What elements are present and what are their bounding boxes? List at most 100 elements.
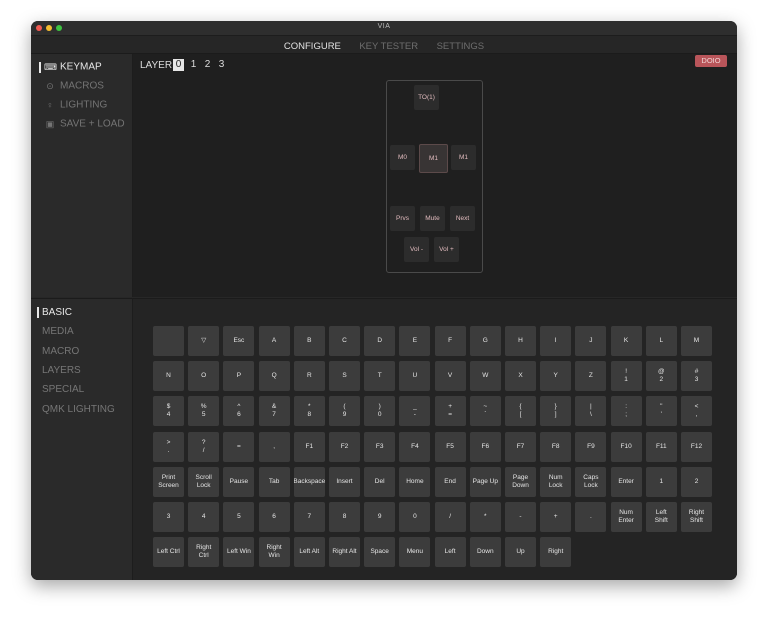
keycode-key[interactable]: F5 — [434, 431, 466, 462]
keycode-key[interactable]: + — [540, 502, 572, 532]
keycode-key[interactable]: | \ — [575, 396, 607, 427]
keycode-key[interactable]: :; — [610, 396, 642, 427]
device-key[interactable]: TO(1) — [414, 85, 439, 110]
keycode-key[interactable]: Down — [469, 537, 501, 568]
keycode-key[interactable]: = — [223, 431, 255, 462]
sidebar-item-save-load[interactable]: ▣ SAVE + LOAD — [39, 117, 125, 131]
keycode-key[interactable]: M — [681, 326, 712, 356]
sidebar-item-lighting[interactable]: ♀ LIGHTING — [39, 98, 108, 112]
keycode-key[interactable]: Right Shift — [681, 502, 712, 532]
keycode-key[interactable]: >. — [153, 431, 184, 462]
tab-configure[interactable]: CONFIGURE — [284, 41, 341, 52]
keycode-key[interactable]: F8 — [540, 431, 572, 462]
keycode-key[interactable]: U — [399, 361, 431, 392]
keycode-key[interactable]: Right Alt — [329, 537, 360, 568]
keycode-key[interactable]: F — [434, 326, 466, 356]
keycode-key[interactable]: F3 — [364, 431, 396, 462]
keycode-key[interactable]: L — [645, 326, 677, 356]
keycode-key[interactable]: V — [434, 361, 466, 392]
keycode-key[interactable]: (9 — [329, 396, 360, 427]
device-key[interactable]: Prvs — [390, 206, 415, 231]
keycode-key[interactable]: @2 — [645, 361, 677, 392]
category-special[interactable]: SPECIAL — [42, 383, 84, 397]
keycode-key[interactable]: Num Lock — [540, 466, 572, 497]
keycode-key[interactable]: F9 — [575, 431, 607, 462]
keycode-key[interactable]: E — [399, 326, 431, 356]
keycode-key[interactable]: K — [610, 326, 642, 356]
keycode-key[interactable]: 8 — [329, 502, 360, 532]
device-key[interactable]: Mute — [420, 206, 445, 231]
keycode-key[interactable]: S — [329, 361, 360, 392]
keycode-key[interactable]: ^ 6 — [223, 396, 255, 427]
keycode-key[interactable]: Left Ctrl — [153, 537, 184, 568]
keycode-key[interactable]: Caps Lock — [575, 466, 607, 497]
keycode-key[interactable]: Enter — [610, 466, 642, 497]
category-layers[interactable]: LAYERS — [42, 364, 81, 378]
keycode-key[interactable]: W — [469, 361, 501, 392]
keycode-key[interactable]: F2 — [329, 431, 360, 462]
keycode-key[interactable]: 0 — [399, 502, 431, 532]
keycode-key[interactable]: P — [223, 361, 255, 392]
keycode-key[interactable]: - — [505, 502, 536, 532]
keycode-key[interactable]: * — [469, 502, 501, 532]
keycode-key[interactable]: <, — [681, 396, 712, 427]
keycode-key[interactable]: 3 — [153, 502, 184, 532]
layer-3-button[interactable]: 3 — [216, 59, 227, 71]
keycode-key[interactable]: Left — [434, 537, 466, 568]
keycode-key[interactable]: Num Enter — [610, 502, 642, 532]
keycode-key[interactable]: #3 — [681, 361, 712, 392]
keycode-key[interactable]: Page Down — [505, 466, 536, 497]
keycode-key[interactable]: ! 1 — [610, 361, 642, 392]
keycode-key[interactable]: F7 — [505, 431, 536, 462]
device-key[interactable]: Vol - — [404, 237, 429, 262]
keycode-key[interactable]: O — [188, 361, 220, 392]
keycode-key[interactable] — [153, 326, 184, 356]
keycode-key[interactable]: Up — [505, 537, 536, 568]
device-key[interactable]: Next — [450, 206, 475, 231]
layer-1-button[interactable]: 1 — [188, 59, 199, 71]
keycode-key[interactable]: 6 — [258, 502, 290, 532]
keycode-key[interactable]: $4 — [153, 396, 184, 427]
keycode-key[interactable]: I — [540, 326, 572, 356]
keycode-key[interactable]: 2 — [681, 466, 712, 497]
keycode-key[interactable]: Z — [575, 361, 607, 392]
layer-0-button[interactable]: 0 — [173, 59, 184, 71]
keycode-key[interactable]: Backspace — [293, 466, 325, 497]
keycode-key[interactable]: D — [364, 326, 396, 356]
keycode-key[interactable]: ▽ — [188, 326, 220, 356]
keycode-key[interactable]: H — [505, 326, 536, 356]
keycode-key[interactable]: F4 — [399, 431, 431, 462]
keycode-key[interactable]: Insert — [329, 466, 360, 497]
keycode-key[interactable]: Y — [540, 361, 572, 392]
category-media[interactable]: MEDIA — [42, 325, 74, 339]
keycode-key[interactable]: X — [505, 361, 536, 392]
keycode-key[interactable]: % 5 — [188, 396, 220, 427]
category-macro[interactable]: MACRO — [42, 345, 79, 359]
keycode-key[interactable]: F11 — [645, 431, 677, 462]
keycode-key[interactable]: Esc — [223, 326, 255, 356]
keycode-key[interactable]: N — [153, 361, 184, 392]
keycode-key[interactable]: Print Screen — [153, 466, 184, 497]
keycode-key[interactable]: + = — [434, 396, 466, 427]
keycode-key[interactable]: Space — [364, 537, 396, 568]
keycode-key[interactable]: 4 — [188, 502, 220, 532]
keycode-key[interactable]: 7 — [293, 502, 325, 532]
keycode-key[interactable]: F10 — [610, 431, 642, 462]
keycode-key[interactable]: Right Win — [258, 537, 290, 568]
keycode-key[interactable]: 1 — [645, 466, 677, 497]
keycode-key[interactable]: Scroll Lock — [188, 466, 220, 497]
keycode-key[interactable]: 9 — [364, 502, 396, 532]
keycode-key[interactable]: Left Alt — [293, 537, 325, 568]
keycode-key[interactable]: Del — [364, 466, 396, 497]
keycode-key[interactable]: " ' — [645, 396, 677, 427]
keycode-key[interactable]: Q — [258, 361, 290, 392]
keycode-key[interactable]: {[ — [505, 396, 536, 427]
keycode-key[interactable]: Left Win — [223, 537, 255, 568]
keycode-key[interactable]: . — [575, 502, 607, 532]
keycode-key[interactable]: End — [434, 466, 466, 497]
device-key[interactable]: M0 — [390, 145, 415, 170]
keycode-key[interactable]: / — [434, 502, 466, 532]
keycode-key[interactable]: ~ ` — [469, 396, 501, 427]
keycode-key[interactable]: 5 — [223, 502, 255, 532]
device-key-selected[interactable]: M1 — [419, 144, 448, 173]
